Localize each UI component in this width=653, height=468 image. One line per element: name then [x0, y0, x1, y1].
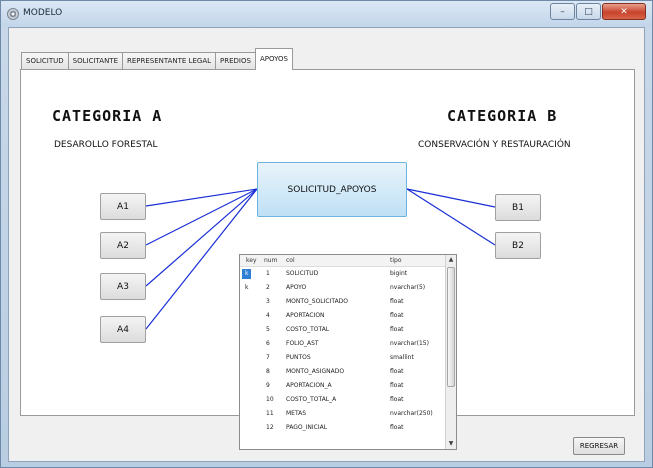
cell-num: 5 — [266, 326, 270, 333]
cell-tipo: float — [390, 326, 404, 333]
close-button[interactable]: ✕ — [602, 3, 646, 20]
title-bar[interactable]: MODELO – □ ✕ — [1, 1, 652, 27]
table-row[interactable]: 9 APORTACION_A float — [240, 380, 446, 392]
app-icon — [7, 8, 19, 20]
table-row[interactable]: 6 FOLIO_AST nvarchar(15) — [240, 338, 446, 350]
maximize-button[interactable]: □ — [576, 3, 601, 20]
cell-col: METAS — [286, 410, 307, 417]
cell-col: APOYO — [286, 284, 307, 291]
cell-num: 3 — [266, 298, 270, 305]
tab-strip: SOLICITUD SOLICITANTE REPRESENTANTE LEGA… — [21, 48, 293, 70]
client-area: SOLICITUD SOLICITANTE REPRESENTANTE LEGA… — [8, 27, 645, 462]
window-controls: – □ ✕ — [549, 3, 646, 20]
table-row[interactable]: 10 COSTO_TOTAL_A float — [240, 394, 446, 406]
tab-predios[interactable]: PREDIOS — [215, 52, 256, 70]
cell-num: 10 — [266, 396, 274, 403]
table-row[interactable]: k 2 APOYO nvarchar(5) — [240, 282, 446, 294]
grid-header: key num col tipo — [240, 255, 446, 267]
cell-tipo: float — [390, 396, 404, 403]
cell-tipo: nvarchar(250) — [390, 410, 433, 417]
cell-key: k — [245, 284, 249, 291]
app-window: MODELO – □ ✕ SOLICITUD SOLICITANTE REPRE… — [0, 0, 653, 468]
cell-col: COSTO_TOTAL — [286, 326, 330, 333]
window-title: MODELO — [23, 8, 63, 18]
header-num: num — [264, 257, 278, 264]
cell-tipo: float — [390, 312, 404, 319]
cell-tipo: bigint — [390, 270, 408, 277]
cell-tipo: float — [390, 298, 404, 305]
minimize-button[interactable]: – — [550, 3, 575, 20]
scroll-up-icon[interactable]: ▲ — [447, 256, 455, 264]
cell-col: APORTACION_A — [286, 382, 332, 389]
cell-tipo: nvarchar(15) — [390, 340, 429, 347]
grid-scrollbar[interactable]: ▲ ▼ — [445, 255, 456, 449]
header-tipo: tipo — [390, 257, 402, 264]
cell-num: 9 — [266, 382, 270, 389]
header-key: key — [246, 257, 257, 264]
node-b1[interactable]: B1 — [495, 194, 541, 221]
cell-col: MONTO_ASIGNADO — [286, 368, 345, 375]
table-row[interactable]: k 1 SOLICITUD bigint — [240, 268, 446, 280]
cell-col: PAGO_INICIAL — [286, 424, 328, 431]
cell-tipo: smallint — [390, 354, 414, 361]
columns-grid[interactable]: key num col tipo k 1 SOLICITUD bigint k 2 APOY… — [239, 254, 457, 450]
cell-num: 12 — [266, 424, 274, 431]
cell-col: COSTO_TOTAL_A — [286, 396, 337, 403]
tab-representante-legal[interactable]: REPRESENTANTE LEGAL — [122, 52, 217, 70]
table-row[interactable]: 4 APORTACION float — [240, 310, 446, 322]
cell-num: 2 — [266, 284, 270, 291]
cell-col: PUNTOS — [286, 354, 311, 361]
node-a1[interactable]: A1 — [100, 193, 146, 220]
table-row[interactable]: 5 COSTO_TOTAL float — [240, 324, 446, 336]
cell-col: APORTACION — [286, 312, 325, 319]
cell-num: 8 — [266, 368, 270, 375]
node-a2[interactable]: A2 — [100, 232, 146, 259]
cell-col: SOLICITUD — [286, 270, 319, 277]
header-col: col — [286, 257, 295, 264]
tab-solicitante[interactable]: SOLICITANTE — [67, 52, 123, 70]
cell-key: k — [245, 270, 249, 277]
table-row[interactable]: 8 MONTO_ASIGNADO float — [240, 366, 446, 378]
node-a4[interactable]: A4 — [100, 316, 146, 343]
cell-num: 7 — [266, 354, 270, 361]
cell-tipo: float — [390, 368, 404, 375]
scroll-down-icon[interactable]: ▼ — [447, 440, 455, 448]
node-a3[interactable]: A3 — [100, 273, 146, 300]
cell-num: 1 — [266, 270, 270, 277]
cell-tipo: nvarchar(5) — [390, 284, 426, 291]
apoyos-panel: CATEGORIA A DESAROLLO FORESTAL CATEGORIA… — [20, 69, 635, 450]
cell-col: FOLIO_AST — [286, 340, 319, 347]
tab-solicitud[interactable]: SOLICITUD — [21, 52, 69, 70]
cell-col: MONTO_SOLICITADO — [286, 298, 349, 305]
cell-num: 11 — [266, 410, 274, 417]
cell-num: 4 — [266, 312, 270, 319]
cell-num: 6 — [266, 340, 270, 347]
node-b2[interactable]: B2 — [495, 232, 541, 259]
table-row[interactable]: 3 MONTO_SOLICITADO float — [240, 296, 446, 308]
table-row[interactable]: 12 PAGO_INICIAL float — [240, 422, 446, 434]
cell-tipo: float — [390, 424, 404, 431]
table-row[interactable]: 11 METAS nvarchar(250) — [240, 408, 446, 420]
cell-tipo: float — [390, 382, 404, 389]
tab-apoyos[interactable]: APOYOS — [254, 48, 293, 70]
center-table-solicitud-apoyos[interactable]: SOLICITUD_APOYOS — [257, 162, 407, 217]
regresar-button[interactable]: REGRESAR — [573, 437, 625, 455]
scroll-thumb[interactable] — [447, 267, 455, 387]
table-row[interactable]: 7 PUNTOS smallint — [240, 352, 446, 364]
